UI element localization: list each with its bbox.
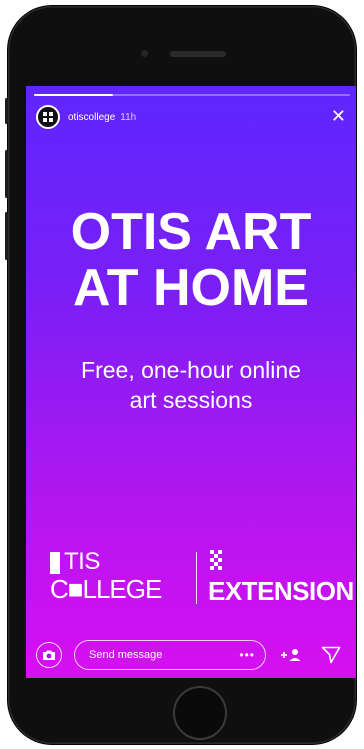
add-user-icon (281, 649, 301, 661)
send-message-placeholder: Send message (89, 649, 163, 661)
camera-button[interactable] (36, 642, 62, 668)
home-button[interactable] (173, 686, 227, 740)
extension-checker-mark (210, 550, 224, 572)
headline-line-1: OTIS ART (70, 203, 312, 261)
headline-line-2: AT HOME (73, 259, 309, 317)
logo-extension-text: EXTENSION (208, 576, 354, 606)
more-options-icon[interactable]: ••• (239, 648, 255, 662)
otis-college-wordmark: TIS C■LLEGE (50, 548, 180, 606)
send-message-input[interactable]: Send message ••• (74, 640, 266, 670)
reply-bar: Send message ••• (34, 636, 348, 672)
subtitle-line-2: art sessions (129, 387, 253, 413)
camera-icon (43, 650, 55, 660)
story-progress-fill (34, 94, 113, 96)
story-screen[interactable]: otiscollege 11h ✕ OTIS ART AT HOME Free,… (26, 86, 356, 678)
logo-college-text: C■LLEGE (50, 574, 162, 604)
logo-top-row: TIS (50, 548, 180, 574)
avatar[interactable] (36, 105, 60, 129)
otis-avatar-logo-icon (43, 112, 53, 122)
post-time: 11h (120, 111, 137, 123)
close-icon[interactable]: ✕ (331, 108, 346, 126)
logo-divider (196, 552, 197, 604)
subtitle-line-1: Free, one-hour online (81, 357, 301, 383)
send-button[interactable] (318, 642, 344, 668)
logo-tis-text: TIS (64, 548, 100, 575)
story-progress-bar (34, 94, 350, 96)
story-header: otiscollege 11h ✕ (36, 104, 346, 130)
otis-extension-logo: TIS C■LLEGE EXTENSION (50, 548, 354, 606)
add-user-button[interactable] (278, 642, 304, 668)
username[interactable]: otiscollege (68, 112, 115, 123)
phone-volume-down-button (5, 212, 8, 260)
earpiece-speaker (170, 51, 226, 57)
phone-volume-up-button (5, 150, 8, 198)
send-icon (321, 646, 341, 664)
phone-mute-switch (5, 98, 8, 124)
front-camera (141, 50, 148, 57)
logo-square-mark (50, 552, 60, 574)
